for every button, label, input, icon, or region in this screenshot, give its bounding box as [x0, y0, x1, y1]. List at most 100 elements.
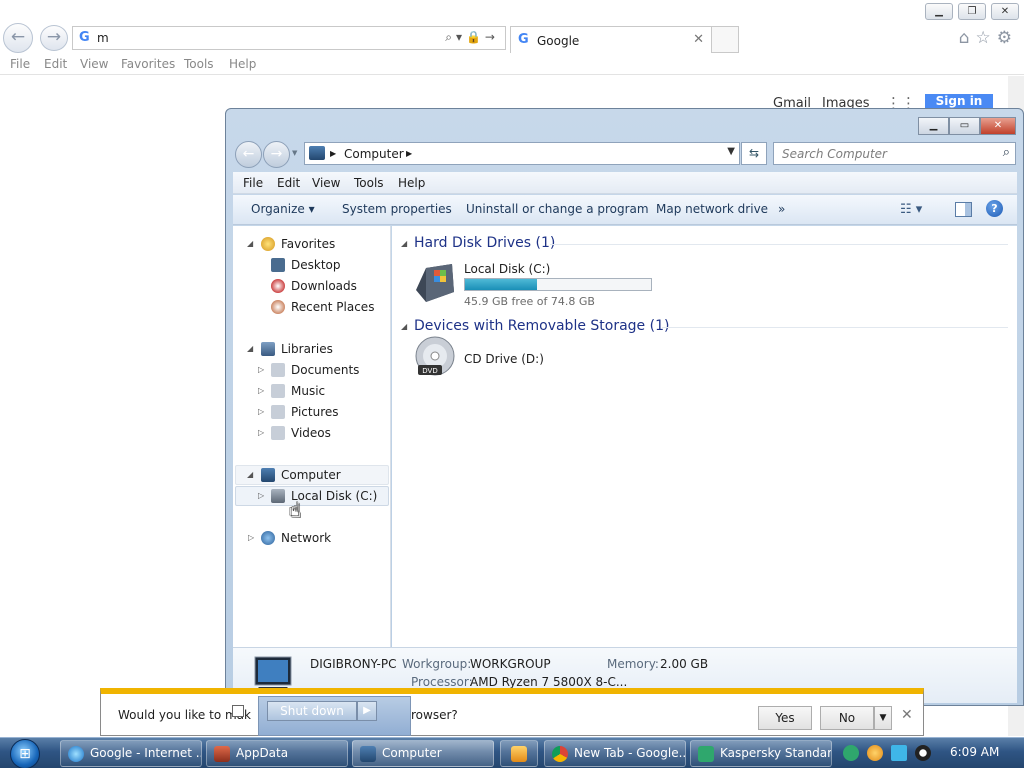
refresh-icon: ⇆: [748, 146, 760, 160]
explorer-search-input[interactable]: Search Computer: [782, 147, 887, 161]
refresh-button[interactable]: ⇆: [741, 142, 767, 165]
close-tab-icon[interactable]: ✕: [693, 32, 704, 47]
browser-menu-bar: File Edit View Favorites Tools Help: [0, 56, 1024, 75]
no-button[interactable]: No: [820, 706, 874, 730]
browser-menu-tools[interactable]: Tools: [184, 57, 214, 71]
volume-tray-icon[interactable]: [915, 745, 931, 761]
collapsed-triangle-icon[interactable]: ▷: [248, 528, 254, 548]
taskbar-item-label: AppData: [236, 746, 289, 760]
shutdown-button[interactable]: Shut down: [267, 701, 357, 721]
explorer-menu-tools[interactable]: Tools: [354, 176, 384, 190]
address-tools-icons[interactable]: ⌕▾🔒→: [445, 30, 499, 45]
start-button[interactable]: ⊞: [4, 738, 48, 768]
taskbar-item-kaspersky[interactable]: Kaspersky Standard: [690, 740, 832, 767]
computer-icon: [309, 146, 325, 160]
explorer-minimize-button[interactable]: ▁: [918, 117, 949, 135]
map-network-drive-button[interactable]: Map network drive: [656, 202, 768, 216]
breadcrumb-chevron-icon[interactable]: ▶: [406, 149, 412, 158]
group-collapse-icon[interactable]: ◢: [401, 322, 407, 331]
breadcrumb-chevron-icon[interactable]: ▶: [330, 149, 336, 158]
preview-pane-icon[interactable]: [955, 202, 972, 217]
shutdown-options-button[interactable]: ▶: [357, 701, 377, 721]
collapsed-triangle-icon[interactable]: ▷: [258, 402, 264, 422]
taskbar-item-appdata[interactable]: AppData: [206, 740, 348, 767]
search-icon[interactable]: ⌕: [1003, 145, 1010, 160]
explorer-menu-help[interactable]: Help: [398, 176, 425, 190]
gear-icon[interactable]: ⚙: [997, 28, 1018, 48]
desktop-icon: [271, 258, 285, 272]
collapsed-triangle-icon[interactable]: ▷: [258, 486, 264, 506]
hard-disk-icon: [271, 489, 285, 503]
taskbar-item-computer[interactable]: Computer: [352, 740, 494, 767]
explorer-maximize-button[interactable]: ▭: [949, 117, 980, 135]
browser-tab-google[interactable]: G Google ✕: [510, 26, 712, 53]
notification-message-end: rowser?: [411, 708, 458, 722]
search-tray-icon[interactable]: [867, 745, 883, 761]
kaspersky-tray-icon[interactable]: [843, 745, 859, 761]
clock[interactable]: 6:09 AM: [950, 745, 999, 759]
browser-menu-help[interactable]: Help: [229, 57, 256, 71]
nav-favorites-label: Favorites: [281, 237, 336, 251]
videos-icon: [271, 426, 285, 440]
collapsed-triangle-icon[interactable]: ▷: [258, 381, 264, 401]
browser-forward-button[interactable]: →: [40, 25, 68, 51]
expanded-triangle-icon[interactable]: ◢: [247, 339, 253, 359]
arrow-left-icon: ←: [10, 27, 26, 47]
browser-close-button[interactable]: ✕: [991, 3, 1019, 20]
uninstall-program-button[interactable]: Uninstall or change a program: [466, 202, 649, 216]
explorer-menu-view[interactable]: View: [312, 176, 340, 190]
browser-back-button[interactable]: ←: [3, 23, 33, 53]
organize-button[interactable]: Organize ▾: [251, 202, 315, 216]
expanded-triangle-icon[interactable]: ◢: [247, 465, 253, 485]
display-tray-icon[interactable]: [891, 745, 907, 761]
no-dropdown-button[interactable]: ▼: [874, 706, 892, 730]
nav-item-label: Local Disk (C:): [291, 489, 378, 503]
change-view-icon[interactable]: ☷ ▾: [900, 202, 922, 217]
explorer-menu-file[interactable]: File: [243, 176, 263, 190]
address-dropdown-icon[interactable]: ▼: [727, 146, 735, 157]
explorer-menu-edit[interactable]: Edit: [277, 176, 300, 190]
browser-menu-view[interactable]: View: [80, 57, 108, 71]
group-collapse-icon[interactable]: ◢: [401, 239, 407, 248]
google-signin-button[interactable]: Sign in: [925, 94, 993, 108]
taskbar-item-media[interactable]: [500, 740, 538, 767]
collapsed-triangle-icon[interactable]: ▷: [258, 423, 264, 443]
recent-pages-chevron-icon[interactable]: ▼: [292, 149, 297, 157]
explorer-forward-button[interactable]: →: [263, 141, 290, 168]
group-title-removable-storage[interactable]: Devices with Removable Storage (1): [414, 318, 669, 334]
group-title-hard-disk-drives[interactable]: Hard Disk Drives (1): [414, 235, 555, 251]
more-commands-button[interactable]: »: [778, 202, 785, 216]
home-icon[interactable]: ⌂: [959, 28, 976, 48]
yes-button[interactable]: Yes: [758, 706, 812, 730]
processor-label: Processor:: [411, 675, 473, 689]
libraries-icon: [261, 342, 275, 356]
expanded-triangle-icon[interactable]: ◢: [247, 234, 253, 254]
browser-menu-favorites[interactable]: Favorites: [121, 57, 175, 71]
taskbar-item-chrome[interactable]: New Tab - Google...: [544, 740, 686, 767]
close-icon[interactable]: ✕: [901, 707, 913, 723]
workgroup-value: WORKGROUP: [470, 657, 551, 671]
browser-address-bar[interactable]: G m ⌕▾🔒→: [72, 26, 506, 50]
explorer-back-button[interactable]: ←: [235, 141, 262, 168]
browser-tab-title: Google: [537, 34, 580, 48]
recent-places-icon: [271, 300, 285, 314]
browser-address-input[interactable]: m: [97, 31, 109, 45]
star-icon[interactable]: ☆: [976, 28, 997, 48]
browser-tools-icons[interactable]: ⌂☆⚙: [959, 28, 1018, 48]
browser-restore-button[interactable]: ❐: [958, 3, 986, 20]
explorer-close-button[interactable]: ✕: [980, 117, 1016, 135]
explorer-search-box[interactable]: Search Computer ⌕: [773, 142, 1016, 165]
browser-menu-edit[interactable]: Edit: [44, 57, 67, 71]
breadcrumb-computer[interactable]: Computer: [344, 147, 404, 161]
system-properties-button[interactable]: System properties: [342, 202, 452, 216]
new-tab-button[interactable]: [712, 26, 739, 53]
help-icon[interactable]: ?: [986, 200, 1003, 217]
browser-minimize-button[interactable]: ▁: [925, 3, 953, 20]
memory-label: Memory:: [607, 657, 659, 671]
browser-menu-file[interactable]: File: [10, 57, 30, 71]
collapsed-triangle-icon[interactable]: ▷: [258, 360, 264, 380]
chrome-icon: [552, 746, 568, 762]
checkbox[interactable]: [232, 705, 244, 717]
taskbar-item-ie[interactable]: Google - Internet ...: [60, 740, 202, 767]
explorer-address-bar[interactable]: ▶ Computer ▶ ▼: [304, 142, 740, 165]
